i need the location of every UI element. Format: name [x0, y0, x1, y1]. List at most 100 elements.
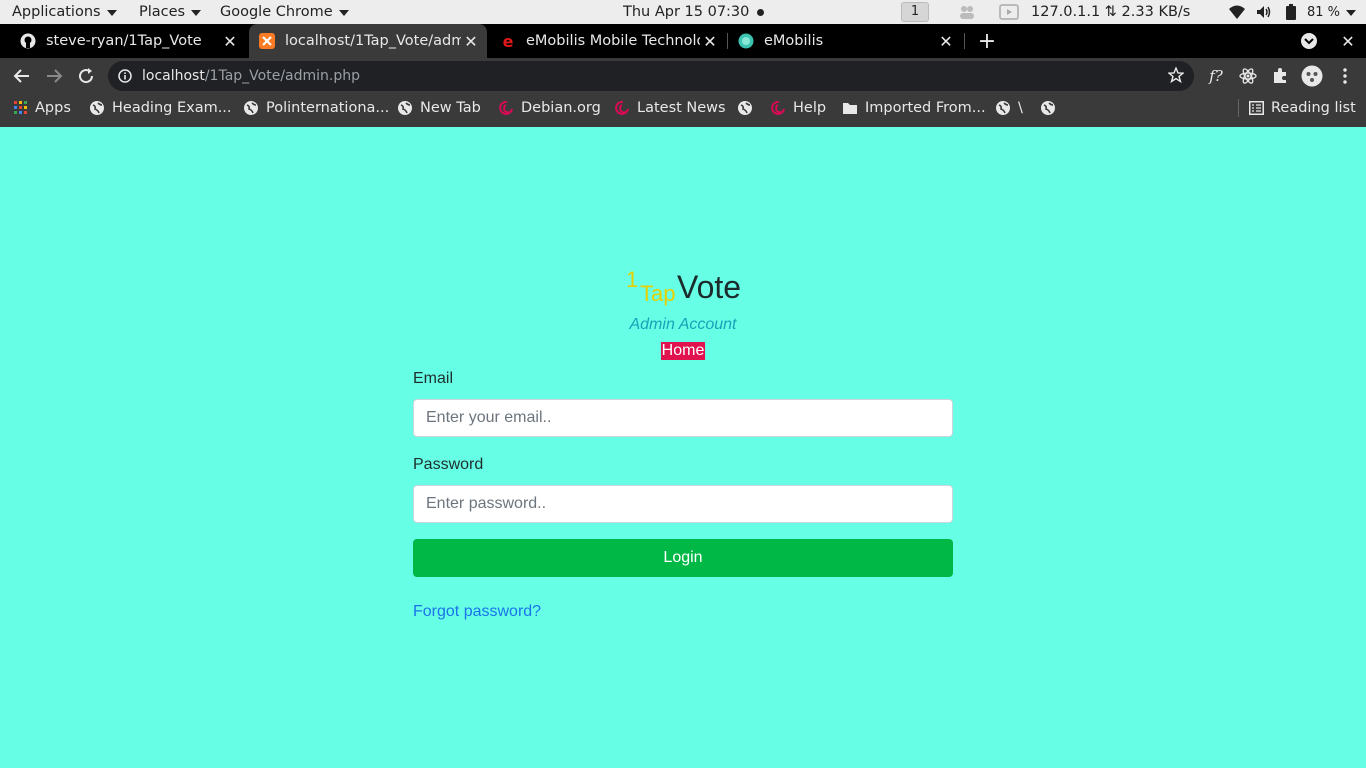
- globe-icon: [1041, 100, 1055, 115]
- react-icon: [1239, 68, 1257, 84]
- bookmark-latest-news[interactable]: Latest News: [614, 94, 726, 121]
- debian-icon: [771, 100, 785, 115]
- battery-status[interactable]: 81 %: [1307, 0, 1357, 24]
- login-form: Email Password Login Forgot password?: [413, 370, 953, 621]
- folder-icon: [843, 102, 857, 114]
- bookmark-apps[interactable]: Apps: [14, 94, 71, 121]
- emobilis-e-icon: e: [502, 31, 514, 51]
- reload-button[interactable]: [74, 64, 98, 88]
- bookmark-label: Apps: [35, 99, 71, 116]
- bookmark-globe-2[interactable]: [1040, 94, 1063, 121]
- login-button[interactable]: Login: [413, 539, 953, 577]
- home-link[interactable]: Home: [660, 342, 706, 360]
- notification-dot-icon: [757, 8, 765, 16]
- chevron-down-icon: [338, 10, 349, 16]
- new-tab-button[interactable]: +: [977, 24, 997, 58]
- bookmark-label: Help: [793, 99, 827, 116]
- battery-icon[interactable]: [1285, 4, 1297, 20]
- plus-icon: +: [977, 28, 997, 54]
- wifi-icon[interactable]: [1228, 4, 1246, 20]
- globe-icon: [996, 100, 1010, 115]
- bookmarks-bar: Apps Heading Exam... Polinternationa... …: [0, 94, 1366, 127]
- chevron-down-circle-icon: [1301, 33, 1317, 49]
- bookmark-polinternational[interactable]: Polinternationa...: [243, 94, 389, 121]
- email-label: Email: [413, 370, 454, 387]
- tab-strip: steve-ryan/1Tap_Vote ✕ localhost/1Tap_Vo…: [0, 24, 1366, 58]
- extension-f-button[interactable]: f?: [1204, 64, 1228, 88]
- tab-github[interactable]: steve-ryan/1Tap_Vote ✕: [10, 24, 246, 58]
- bookmark-debian[interactable]: Debian.org: [498, 94, 601, 121]
- puzzle-icon: [1274, 68, 1286, 83]
- bookmark-label: \: [1018, 99, 1023, 116]
- tab-search-button[interactable]: [1299, 24, 1319, 58]
- reading-list-button[interactable]: Reading list: [1249, 94, 1356, 121]
- function-icon: f?: [1209, 67, 1223, 85]
- network-speed: 127.0.1.1 ⇅ 2.33 KB/s: [1031, 0, 1190, 24]
- home-link-row: Home: [0, 342, 1366, 360]
- address-bar[interactable]: localhost/1Tap_Vote/admin.php: [108, 61, 1194, 91]
- reading-list-icon: [1249, 100, 1264, 115]
- reload-icon: [79, 68, 94, 84]
- tab-title: steve-ryan/1Tap_Vote: [46, 33, 202, 49]
- emobilis-globe-icon: [738, 33, 754, 49]
- globe-icon: [244, 100, 258, 115]
- extensions-button[interactable]: [1268, 64, 1292, 88]
- url-host: localhost: [142, 68, 205, 84]
- clock-label: Thu Apr 15 07:30: [623, 4, 750, 20]
- bookmark-label: Heading Exam...: [112, 99, 232, 116]
- debian-icon: [615, 100, 629, 115]
- close-icon[interactable]: ✕: [936, 32, 956, 51]
- profile-button[interactable]: [1300, 64, 1324, 88]
- volume-icon[interactable]: [1255, 4, 1273, 20]
- password-label: Password: [413, 456, 484, 473]
- forward-button[interactable]: [42, 64, 66, 88]
- chevron-down-icon: [106, 10, 117, 16]
- tab-admin[interactable]: localhost/1Tap_Vote/admin.php ✕: [249, 24, 487, 58]
- globe-icon: [398, 100, 412, 115]
- bookmark-globe[interactable]: [737, 94, 760, 121]
- debian-icon: [499, 100, 513, 115]
- menu-button[interactable]: [1333, 64, 1357, 88]
- media-player-icon[interactable]: [999, 4, 1019, 20]
- reading-list-label: Reading list: [1271, 99, 1356, 116]
- site-logo: 1 Tap Vote: [626, 267, 746, 311]
- info-icon[interactable]: [118, 69, 132, 83]
- close-icon[interactable]: ✕: [220, 32, 240, 51]
- bookmarks-separator: [1238, 99, 1239, 117]
- places-label: Places: [139, 4, 186, 20]
- bookmark-heading-exam[interactable]: Heading Exam...: [89, 94, 232, 121]
- window-close-button[interactable]: ✕: [1338, 24, 1358, 58]
- system-top-bar: Applications Places Google Chrome Thu Ap…: [0, 0, 1366, 24]
- xampp-icon: [259, 33, 275, 49]
- tab-emobilis[interactable]: eMobilis ✕: [736, 24, 962, 58]
- page-content: 1 Tap Vote Admin Account Home Email Pass…: [0, 127, 1366, 768]
- extension-react-button[interactable]: [1236, 64, 1260, 88]
- email-field[interactable]: [413, 399, 953, 437]
- forgot-password-link[interactable]: Forgot password?: [413, 603, 541, 620]
- tab-separator: [727, 33, 728, 49]
- bookmark-backslash[interactable]: \: [995, 94, 1023, 121]
- app-menu[interactable]: Google Chrome: [220, 0, 349, 24]
- bookmark-star-icon[interactable]: [1168, 67, 1184, 83]
- tab-emobilis-tech[interactable]: e eMobilis Mobile Technology ✕: [496, 24, 726, 58]
- applications-label: Applications: [12, 4, 101, 20]
- clock[interactable]: Thu Apr 15 07:30: [623, 0, 765, 24]
- back-button[interactable]: [10, 64, 34, 88]
- applications-menu[interactable]: Applications: [12, 0, 117, 24]
- tab-title: eMobilis: [764, 33, 824, 49]
- bookmark-help[interactable]: Help: [770, 94, 826, 121]
- logo-one: 1: [626, 267, 639, 292]
- places-menu[interactable]: Places: [139, 0, 202, 24]
- bookmark-new-tab[interactable]: New Tab: [397, 94, 481, 121]
- url-path: /1Tap_Vote/admin.php: [204, 68, 361, 84]
- arrow-left-icon: [13, 69, 29, 83]
- workspace-indicator[interactable]: 1: [901, 2, 929, 22]
- password-field[interactable]: [413, 485, 953, 523]
- bookmark-label: Imported From...: [865, 99, 986, 116]
- close-icon[interactable]: ✕: [700, 32, 720, 51]
- close-icon[interactable]: ✕: [461, 32, 481, 51]
- bookmark-folder-imported[interactable]: Imported From...: [842, 94, 986, 121]
- tab-title: eMobilis Mobile Technology: [526, 33, 700, 49]
- url-text: localhost/1Tap_Vote/admin.php: [142, 68, 360, 84]
- bookmark-label: Latest News: [637, 99, 726, 116]
